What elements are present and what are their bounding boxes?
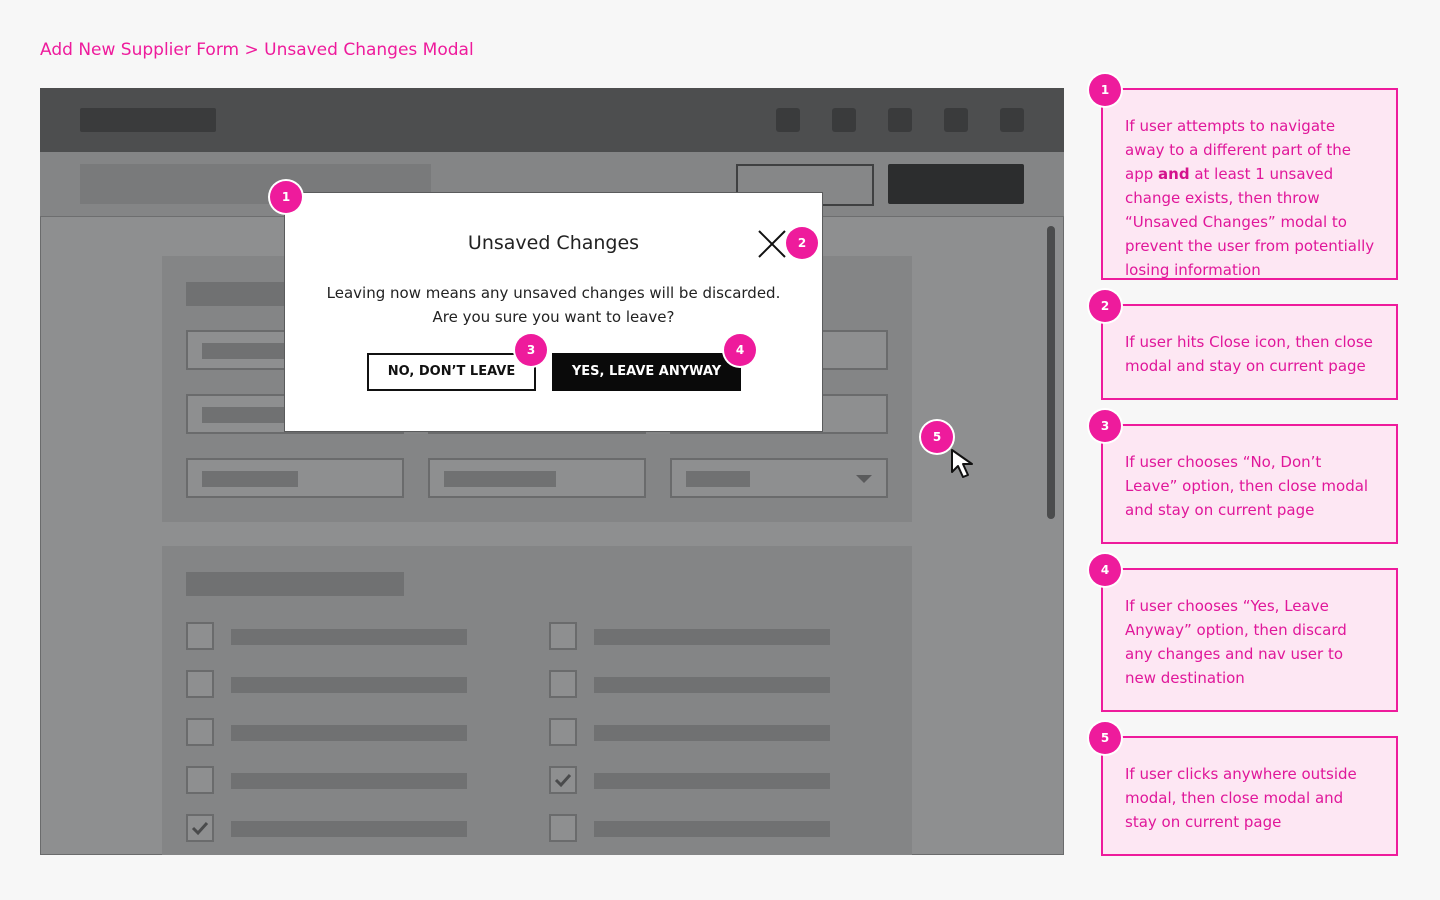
checkbox[interactable]: [186, 622, 214, 650]
annotation-badge: 3: [1089, 410, 1121, 442]
logo-placeholder: [80, 108, 216, 132]
checkbox[interactable]: [549, 814, 577, 842]
text-field[interactable]: [428, 458, 646, 498]
checkbox[interactable]: [549, 622, 577, 650]
checkbox-checked[interactable]: [186, 814, 214, 842]
scrollbar[interactable]: [1047, 226, 1055, 519]
checkbox-label-placeholder: [231, 821, 467, 837]
yes-leave-anyway-button[interactable]: YES, LEAVE ANYWAY: [552, 353, 741, 391]
note-text: If user clicks anywhere outside modal, t…: [1125, 765, 1357, 831]
checkbox[interactable]: [549, 718, 577, 746]
checkmark-icon: [554, 773, 572, 788]
checkbox[interactable]: [186, 718, 214, 746]
annotation-note: If user chooses “No, Don’t Leave” option…: [1101, 424, 1398, 544]
checkbox-label-placeholder: [594, 725, 830, 741]
note-emphasis: and: [1158, 165, 1190, 183]
annotation-badge: 5: [1089, 722, 1121, 754]
chevron-down-icon: [856, 475, 872, 483]
unsaved-changes-modal: Unsaved Changes Leaving now means any un…: [284, 192, 823, 432]
primary-button-placeholder[interactable]: [888, 164, 1024, 204]
checkbox-label-placeholder: [594, 821, 830, 837]
mouse-pointer-icon: [950, 448, 980, 484]
note-text: If user chooses “No, Don’t Leave” option…: [1125, 453, 1369, 519]
checkbox-label-placeholder: [594, 629, 830, 645]
annotation-badge: 1: [270, 181, 302, 213]
header-icon[interactable]: [776, 108, 800, 132]
checkbox[interactable]: [186, 670, 214, 698]
no-dont-leave-button[interactable]: NO, DON’T LEAVE: [367, 353, 536, 391]
annotation-badge: 2: [786, 227, 818, 259]
close-icon[interactable]: [757, 229, 787, 259]
modal-title: Unsaved Changes: [467, 232, 640, 254]
checkbox[interactable]: [186, 766, 214, 794]
note-text: If user chooses “Yes, Leave Anyway” opti…: [1125, 597, 1347, 687]
checkbox-label-placeholder: [231, 773, 467, 789]
annotation-badge: 2: [1089, 290, 1121, 322]
annotation-badge: 1: [1089, 74, 1121, 106]
checkbox-label-placeholder: [594, 677, 830, 693]
annotation-badge: 4: [724, 334, 756, 366]
app-header: [40, 88, 1064, 152]
annotation-badge: 4: [1089, 554, 1121, 586]
annotation-badge: 3: [515, 334, 547, 366]
checkmark-icon: [191, 821, 209, 836]
header-icon[interactable]: [1000, 108, 1024, 132]
page-title: Add New Supplier Form > Unsaved Changes …: [40, 40, 474, 60]
checkbox-checked[interactable]: [549, 766, 577, 794]
checkbox-label-placeholder: [231, 629, 467, 645]
note-text: If user hits Close icon, then close moda…: [1125, 333, 1373, 375]
checkbox-label-placeholder: [594, 773, 830, 789]
annotation-note: If user chooses “Yes, Leave Anyway” opti…: [1101, 568, 1398, 712]
checkbox-label-placeholder: [231, 677, 467, 693]
modal-message: Leaving now means any unsaved changes wi…: [285, 281, 822, 329]
annotation-note: If user attempts to navigate away to a d…: [1101, 88, 1398, 280]
dropdown-field[interactable]: [670, 458, 888, 498]
checkbox-section-card: [162, 546, 912, 855]
header-icon[interactable]: [832, 108, 856, 132]
checkbox[interactable]: [549, 670, 577, 698]
text-field[interactable]: [186, 458, 404, 498]
header-icon[interactable]: [888, 108, 912, 132]
annotation-note: If user hits Close icon, then close moda…: [1101, 304, 1398, 400]
checkbox-label-placeholder: [231, 725, 467, 741]
modal-message-line: Are you sure you want to leave?: [432, 308, 675, 326]
annotation-note: If user clicks anywhere outside modal, t…: [1101, 736, 1398, 856]
section-heading-placeholder: [186, 572, 404, 596]
modal-message-line: Leaving now means any unsaved changes wi…: [326, 284, 781, 302]
header-icon[interactable]: [944, 108, 968, 132]
annotation-badge: 5: [921, 421, 953, 453]
